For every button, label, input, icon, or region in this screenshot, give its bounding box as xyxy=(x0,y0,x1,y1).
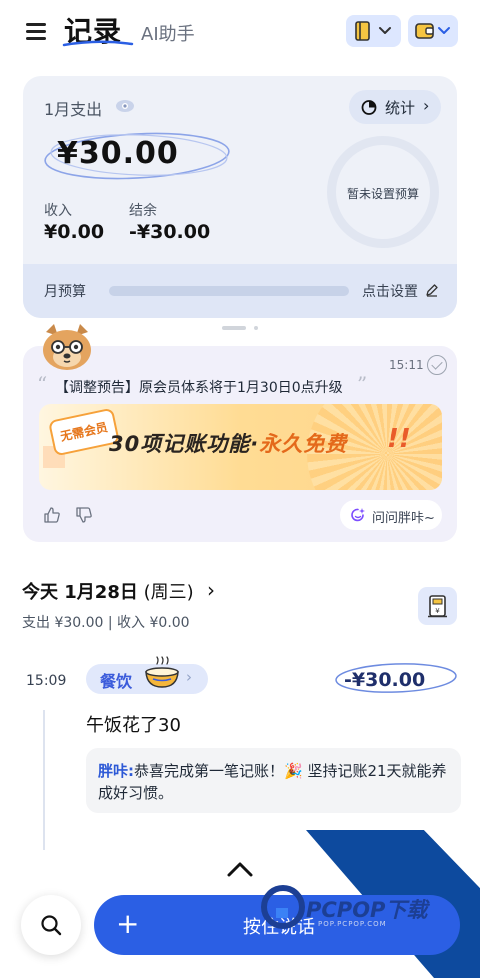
entry-time: 15:09 xyxy=(26,673,67,689)
thumb-up-icon[interactable] xyxy=(43,506,61,524)
budget-ring-text: 暂未设置预算 xyxy=(346,187,419,201)
thumb-down-icon[interactable] xyxy=(75,506,93,524)
budget-set-link[interactable]: 点击设置 xyxy=(362,281,418,301)
timeline-line xyxy=(43,710,45,850)
income-label: 收入 xyxy=(44,203,72,219)
quote-close-icon: ” xyxy=(357,372,368,396)
assistant-reply: 胖咔:恭喜完成第一笔记账！🎉 坚持记账21天就能养成好习惯。 xyxy=(86,748,461,813)
watermark-subtext: POP.PCPOP.COM xyxy=(318,920,387,928)
budget-progress-bar xyxy=(109,286,349,296)
reply-text: 胖咔:恭喜完成第一笔记账！🎉 坚持记账21天就能养成好习惯。 xyxy=(98,762,447,802)
tab-ai-assistant[interactable]: AI助手 xyxy=(141,20,195,46)
chevron-right-icon: › xyxy=(423,96,430,115)
svg-text:¥: ¥ xyxy=(435,607,440,615)
tab-active-underline xyxy=(62,40,134,47)
statistics-label: 统计 xyxy=(385,99,416,117)
day-title[interactable]: 今天 1月28日 (周三) xyxy=(22,578,194,604)
sparkle-chat-icon xyxy=(351,508,365,522)
assistant-message-card: 15:11 “ 【调整预告】原会员体系将于1月30日0点升级 ” 无需会员 30… xyxy=(23,346,457,542)
income-value: ¥0.00 xyxy=(44,221,105,243)
budget-label: 月预算 xyxy=(44,284,86,300)
ledger-switch-button[interactable] xyxy=(346,15,401,47)
pencil-icon xyxy=(426,284,438,297)
search-icon xyxy=(41,915,62,936)
entry-note[interactable]: 午饭花了30 xyxy=(86,711,181,737)
balance-label: 结余 xyxy=(129,203,157,219)
calculator-button[interactable]: ¥ xyxy=(418,587,457,625)
month-expense-amount: ¥30.00 xyxy=(57,136,179,171)
message-text: 【调整预告】原会员体系将于1月30日0点升级 xyxy=(55,380,343,396)
category-chip[interactable]: 餐饮 › xyxy=(86,656,208,694)
ask-assistant-label: 问问胖咔~ xyxy=(372,511,435,526)
chevron-right-icon: › xyxy=(186,668,192,686)
mascot-avatar xyxy=(43,324,91,370)
plus-icon[interactable]: + xyxy=(116,909,139,939)
wallet-switch-button[interactable] xyxy=(408,15,458,47)
message-time: 15:11 xyxy=(389,358,424,372)
statistics-button[interactable]: 统计 › xyxy=(349,90,441,124)
top-bar: 记录 AI助手 xyxy=(0,0,480,64)
search-button[interactable] xyxy=(21,895,81,955)
banner-headline: 30项记账功能·永久免费 xyxy=(109,432,348,456)
ask-assistant-button[interactable]: 问问胖咔~ xyxy=(340,500,442,530)
banner-exclamation: !! xyxy=(387,424,411,454)
monthly-budget-row[interactable]: 月预算 点击设置 xyxy=(23,264,457,318)
menu-icon[interactable] xyxy=(26,22,46,40)
chevron-up-icon[interactable] xyxy=(226,858,254,880)
watermark-logo-icon xyxy=(261,885,305,929)
monthly-summary-card: 1月支出 统计 › ¥30.00 收入 ¥0.00 结余 -¥30.00 暂未设… xyxy=(23,76,457,318)
chevron-right-icon[interactable]: › xyxy=(207,578,215,602)
promo-banner[interactable]: 无需会员 30项记账功能·永久免费 !! xyxy=(39,404,442,490)
budget-ring[interactable]: 暂未设置预算 xyxy=(327,136,439,248)
ledger-book-icon xyxy=(355,21,391,41)
day-summary: 支出 ¥30.00 | 收入 ¥0.00 xyxy=(22,615,190,631)
rice-bowl-icon xyxy=(145,656,179,688)
month-expense-label: 1月支出 xyxy=(44,100,103,119)
category-label: 餐饮 xyxy=(100,672,133,691)
wallet-icon xyxy=(415,23,450,39)
eye-icon[interactable] xyxy=(115,99,135,113)
entry-amount: -¥30.00 xyxy=(344,669,426,691)
check-icon xyxy=(427,355,447,375)
pie-chart-icon xyxy=(361,100,377,115)
balance-value: -¥30.00 xyxy=(129,221,211,243)
calculator-icon: ¥ xyxy=(428,595,447,618)
quote-open-icon: “ xyxy=(37,372,48,396)
page-indicator xyxy=(222,326,262,330)
